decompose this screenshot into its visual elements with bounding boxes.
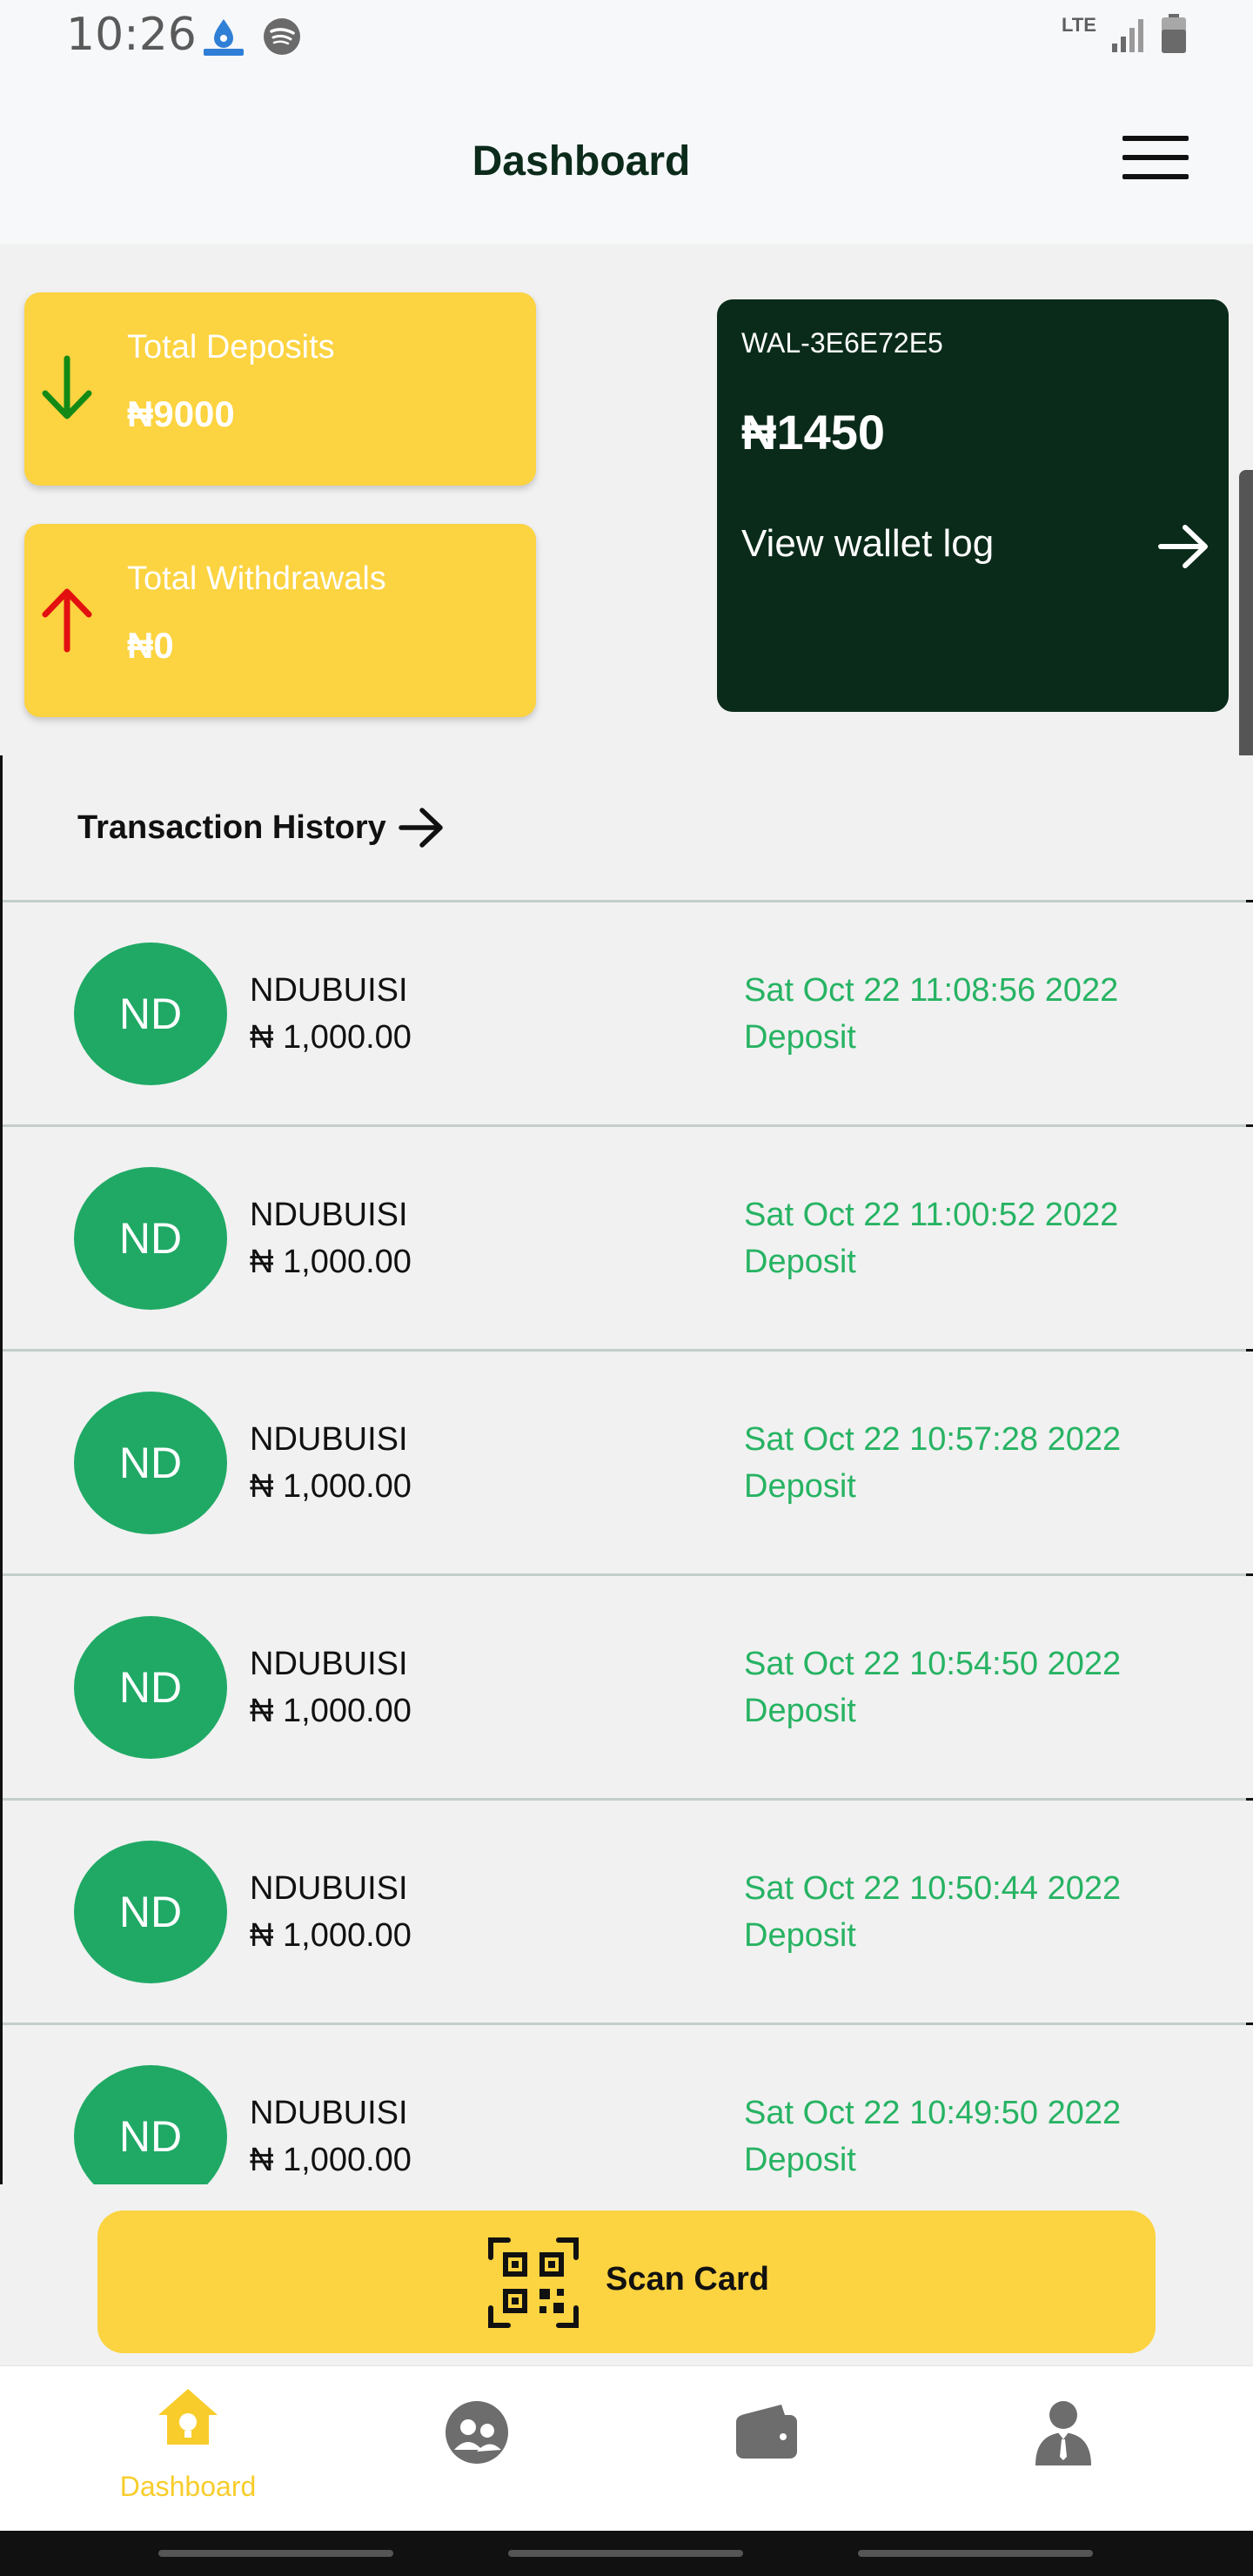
profile-icon [1035, 2401, 1091, 2465]
bottom-navigation: Dashboard [0, 2365, 1253, 2532]
transaction-date: Sat Oct 22 11:08:56 2022 [744, 972, 1119, 1009]
transaction-type: Deposit [744, 2142, 856, 2178]
transaction-amount: ₦ 1,000.00 [250, 1917, 412, 1954]
transaction-name: NDUBUISI [250, 1646, 408, 1682]
transaction-name: NDUBUISI [250, 2095, 408, 2131]
total-deposits-value: ₦9000 [127, 393, 235, 434]
transaction-date: Sat Oct 22 10:49:50 2022 [744, 2095, 1122, 2131]
transaction-date: Sat Oct 22 11:00:52 2022 [744, 1197, 1119, 1233]
wallet-balance: ₦1450 [741, 405, 886, 460]
wallet-icon [736, 2405, 797, 2459]
status-bar: 10:26 LTE [0, 0, 1253, 87]
scan-card-button[interactable]: Scan Card [97, 2210, 1156, 2353]
transaction-row[interactable]: ND NDUBUISI ₦ 1,000.00 Sat Oct 22 11:00:… [3, 1124, 1253, 1352]
transaction-row[interactable]: ND NDUBUISI ₦ 1,000.00 Sat Oct 22 10:49:… [3, 2023, 1253, 2184]
avatar: ND [74, 1841, 227, 1983]
view-wallet-log-link[interactable]: View wallet log [741, 519, 1211, 580]
nav-item-dashboard[interactable]: Dashboard [31, 2366, 345, 2532]
transaction-amount: ₦ 1,000.00 [250, 2142, 412, 2178]
arrow-up-icon [42, 588, 92, 653]
avatar: ND [74, 2065, 227, 2184]
battery-icon [1162, 14, 1186, 53]
transaction-amount: ₦ 1,000.00 [250, 1693, 412, 1729]
home-icon [158, 2389, 218, 2445]
nav-item-profile[interactable] [907, 2366, 1220, 2532]
nav-item-users[interactable] [320, 2366, 633, 2532]
nav-item-wallet[interactable] [609, 2366, 922, 2532]
transaction-date: Sat Oct 22 10:57:28 2022 [744, 1421, 1122, 1458]
qr-code-icon [488, 2237, 579, 2328]
avatar: ND [74, 1167, 227, 1310]
system-back-handle[interactable] [158, 2550, 393, 2557]
transaction-amount: ₦ 1,000.00 [250, 1019, 412, 1056]
signal-icon [1112, 19, 1143, 52]
system-recents-handle[interactable] [858, 2550, 1093, 2557]
hamburger-menu-icon[interactable] [1122, 136, 1189, 179]
transaction-type: Deposit [744, 1019, 856, 1056]
transaction-type: Deposit [744, 1468, 856, 1505]
view-wallet-log-label: View wallet log [741, 522, 995, 565]
transaction-row[interactable]: ND NDUBUISI ₦ 1,000.00 Sat Oct 22 10:57:… [3, 1349, 1253, 1576]
system-navigation-bar [0, 2531, 1253, 2576]
arrow-down-icon [42, 355, 92, 419]
transaction-row[interactable]: ND NDUBUISI ₦ 1,000.00 Sat Oct 22 11:08:… [3, 900, 1253, 1127]
total-deposits-label: Total Deposits [127, 329, 335, 366]
transaction-name: NDUBUISI [250, 972, 408, 1009]
app-notification-icon [204, 19, 244, 56]
scan-card-label: Scan Card [606, 2261, 769, 2298]
transaction-amount: ₦ 1,000.00 [250, 1244, 412, 1280]
avatar: ND [74, 943, 227, 1085]
transaction-type: Deposit [744, 1693, 856, 1729]
avatar: ND [74, 1392, 227, 1534]
nav-item-dashboard-label: Dashboard [119, 2471, 257, 2502]
transaction-history-panel[interactable]: Transaction History ND NDUBUISI ₦ 1,000.… [0, 755, 1253, 2184]
avatar: ND [74, 1616, 227, 1759]
status-time: 10:26 [66, 9, 197, 61]
wallet-id: WAL-3E6E72E5 [741, 327, 943, 359]
transaction-row[interactable]: ND NDUBUISI ₦ 1,000.00 Sat Oct 22 10:50:… [3, 1798, 1253, 2025]
total-withdrawals-label: Total Withdrawals [127, 560, 386, 597]
arrow-right-icon[interactable] [396, 802, 446, 853]
total-withdrawals-card: Total Withdrawals ₦0 [24, 524, 536, 717]
transaction-name: NDUBUISI [250, 1197, 408, 1233]
transaction-date: Sat Oct 22 10:54:50 2022 [744, 1646, 1122, 1682]
transaction-type: Deposit [744, 1917, 856, 1954]
network-type-label: LTE [1062, 14, 1096, 36]
transaction-history-title[interactable]: Transaction History [77, 809, 386, 847]
system-home-handle[interactable] [508, 2550, 743, 2557]
total-deposits-card: Total Deposits ₦9000 [24, 292, 536, 486]
transaction-amount: ₦ 1,000.00 [250, 1468, 412, 1505]
users-icon [446, 2401, 508, 2464]
transaction-name: NDUBUISI [250, 1870, 408, 1907]
wallet-card: WAL-3E6E72E5 ₦1450 View wallet log [717, 299, 1229, 712]
page-title: Dashboard [472, 138, 691, 184]
arrow-right-icon[interactable] [1156, 519, 1211, 574]
spotify-icon [264, 18, 300, 55]
transaction-history-header: Transaction History [3, 755, 1253, 902]
transaction-date: Sat Oct 22 10:50:44 2022 [744, 1870, 1122, 1907]
app-header: Dashboard [0, 87, 1253, 244]
transaction-type: Deposit [744, 1244, 856, 1280]
transaction-row[interactable]: ND NDUBUISI ₦ 1,000.00 Sat Oct 22 10:54:… [3, 1573, 1253, 1801]
total-withdrawals-value: ₦0 [127, 625, 174, 666]
transaction-name: NDUBUISI [250, 1421, 408, 1458]
